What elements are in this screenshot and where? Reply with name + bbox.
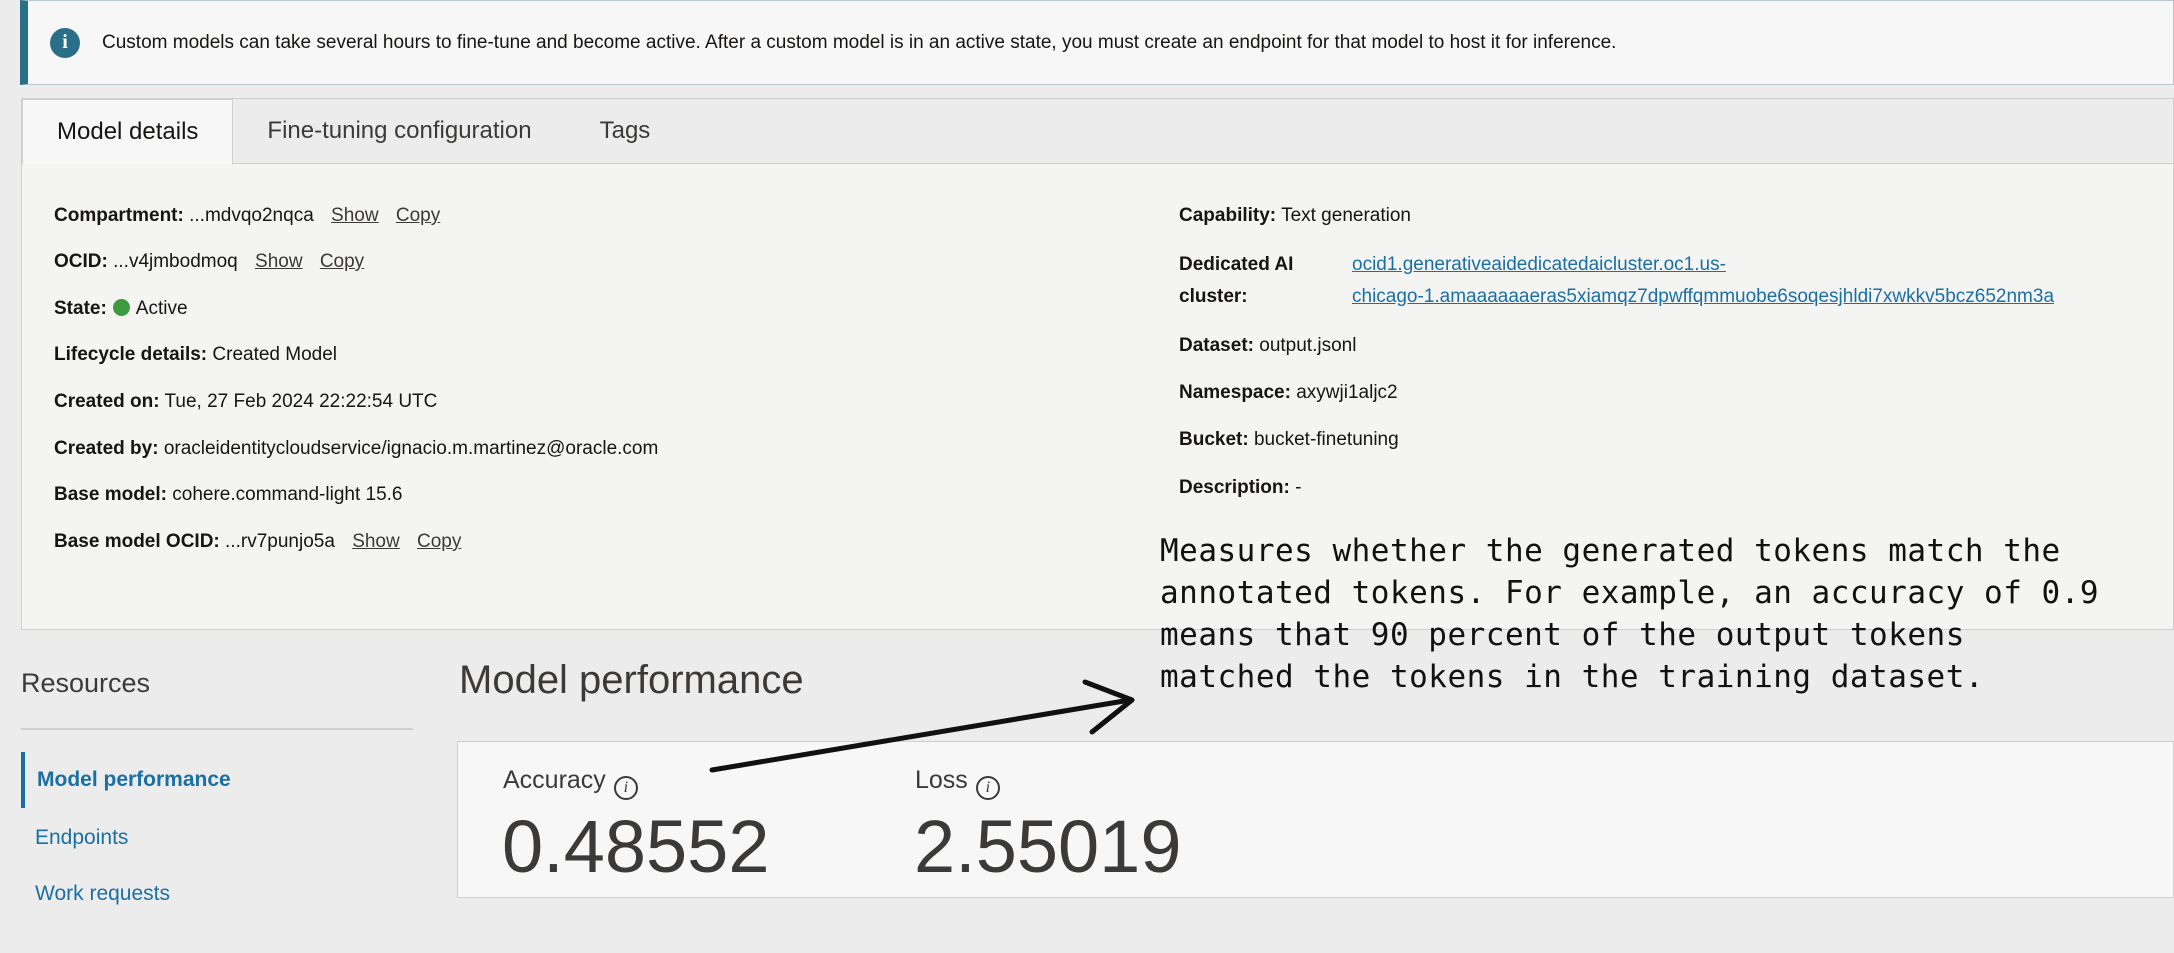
active-status-dot-icon: [112, 299, 130, 316]
nav-work-requests[interactable]: Work requests: [21, 866, 413, 922]
base-model-row: Base model: cohere.command-light 15.6: [54, 484, 403, 506]
cluster-label: Dedicated AI cluster:: [1179, 254, 1294, 307]
capability-label: Capability:: [1179, 205, 1277, 226]
resources-title: Resources: [21, 668, 151, 698]
description-value: -: [1295, 477, 1302, 498]
base-model-ocid-copy-link[interactable]: Copy: [417, 531, 461, 552]
compartment-value: ...mdvqo2nqca: [189, 205, 314, 226]
ocid-value: ...v4jmbodmoq: [113, 251, 238, 272]
cluster-row: Dedicated AI cluster: ocid1.generativeai…: [1179, 249, 2169, 319]
annotation-line: matched the tokens in the training datas…: [1160, 659, 1985, 695]
lifecycle-value: Created Model: [212, 344, 338, 365]
annotation-line: Measures whether the generated tokens ma…: [1160, 533, 2061, 569]
description-label: Description:: [1179, 477, 1290, 498]
compartment-copy-link[interactable]: Copy: [396, 205, 440, 226]
annotation-line: means that 90 percent of the output toke…: [1160, 617, 1965, 653]
base-model-value: cohere.command-light 15.6: [172, 484, 403, 505]
accuracy-label: Accuracy i: [503, 766, 638, 800]
compartment-show-link[interactable]: Show: [331, 205, 379, 226]
info-banner: i Custom models can take several hours t…: [20, 0, 2174, 85]
cluster-ocid-link[interactable]: ocid1.generativeaidedicatedaicluster.oc1…: [1352, 249, 2054, 313]
capability-value: Text generation: [1281, 205, 1411, 226]
details-left: Compartment: ...mdvqo2nqca Show Copy OCI…: [54, 99, 1154, 599]
bucket-value: bucket-finetuning: [1253, 429, 1399, 450]
resources-divider: [21, 728, 413, 730]
state-value: Active: [135, 298, 188, 319]
info-icon: i: [50, 27, 80, 58]
created-by-row: Created by: oracleidentitycloudservice/i…: [54, 438, 658, 460]
accuracy-info-icon[interactable]: i: [613, 776, 638, 800]
namespace-label: Namespace:: [1179, 382, 1291, 403]
created-on-value: Tue, 27 Feb 2024 22:22:54 UTC: [164, 391, 438, 412]
bucket-row: Bucket: bucket-finetuning: [1179, 429, 1399, 451]
nav-model-performance[interactable]: Model performance: [21, 752, 413, 808]
created-by-label: Created by:: [54, 438, 159, 459]
base-model-ocid-value: ...rv7punjo5a: [225, 531, 335, 552]
loss-value: 2.55019: [914, 805, 1182, 888]
base-model-ocid-label: Base model OCID:: [54, 531, 220, 552]
ocid-copy-link[interactable]: Copy: [320, 251, 364, 272]
dataset-label: Dataset:: [1179, 335, 1254, 356]
annotation-arrow-icon: [709, 679, 1135, 773]
created-on-label: Created on:: [54, 391, 160, 412]
lifecycle-row: Lifecycle details: Created Model: [54, 344, 337, 366]
banner-text: Custom models can take several hours to …: [102, 31, 1617, 53]
nav-endpoints[interactable]: Endpoints: [21, 810, 413, 866]
ocid-label: OCID:: [54, 251, 108, 272]
lifecycle-label: Lifecycle details:: [54, 344, 208, 365]
namespace-row: Namespace: axywji1aljc2: [1179, 382, 1398, 404]
compartment-label: Compartment:: [54, 205, 184, 226]
base-model-label: Base model:: [54, 484, 167, 505]
details-right: Capability: Text generation Dedicated AI…: [1179, 99, 2169, 599]
base-model-ocid-row: Base model OCID: ...rv7punjo5a Show Copy: [54, 531, 461, 553]
bucket-label: Bucket:: [1179, 429, 1249, 450]
accuracy-value: 0.48552: [502, 805, 770, 888]
ocid-show-link[interactable]: Show: [255, 251, 303, 272]
created-by-value: oracleidentitycloudservice/ignacio.m.mar…: [163, 438, 659, 459]
description-row: Description: -: [1179, 477, 1301, 499]
ocid-row: OCID: ...v4jmbodmoq Show Copy: [54, 251, 364, 273]
compartment-row: Compartment: ...mdvqo2nqca Show Copy: [54, 205, 440, 227]
state-label: State:: [54, 298, 107, 319]
created-on-row: Created on: Tue, 27 Feb 2024 22:22:54 UT…: [54, 391, 437, 413]
annotation-note: Measures whether the generated tokens ma…: [1160, 530, 2174, 698]
state-row: State: Active: [54, 298, 188, 320]
dataset-row: Dataset: output.jsonl: [1179, 335, 1356, 357]
base-model-ocid-show-link[interactable]: Show: [352, 531, 400, 552]
dataset-value: output.jsonl: [1259, 335, 1357, 356]
capability-row: Capability: Text generation: [1179, 205, 1411, 227]
annotation-line: annotated tokens. For example, an accura…: [1160, 575, 2100, 611]
namespace-value: axywji1aljc2: [1296, 382, 1398, 403]
